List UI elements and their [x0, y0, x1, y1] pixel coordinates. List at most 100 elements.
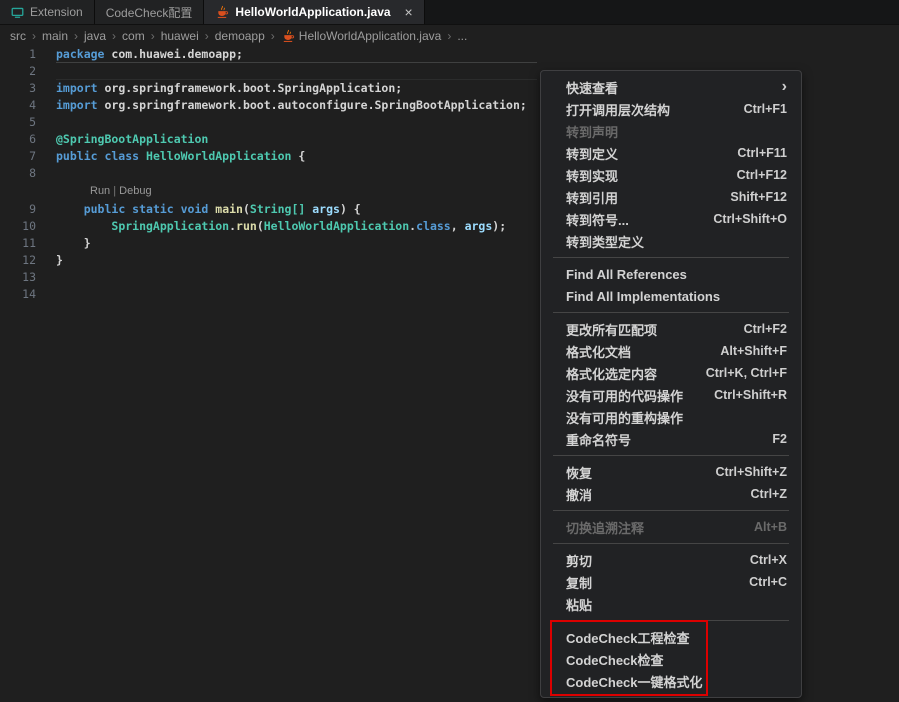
tab-codecheck-config[interactable]: CodeCheck配置 — [94, 0, 205, 24]
breadcrumb-item[interactable]: com — [122, 29, 145, 43]
line-number: 7 — [29, 149, 36, 163]
tab-label: CodeCheck配置 — [105, 5, 193, 20]
menu-item-label: 更改所有匹配项 — [566, 322, 658, 338]
menu-item-go-to-type-definition[interactable]: 转到类型定义 — [541, 230, 801, 252]
menu-item-format-document[interactable]: 格式化文档 Alt+Shift+F — [541, 340, 801, 362]
menu-divider — [553, 312, 789, 313]
menu-item-codecheck-one-click-format[interactable]: CodeCheck一键格式化 — [541, 670, 801, 692]
breadcrumb-separator-icon: › — [150, 29, 155, 43]
tab-label: HelloWorldApplication.java — [235, 5, 391, 19]
code-text: } — [56, 235, 91, 252]
tab-extension[interactable]: Extension — [0, 0, 95, 24]
menu-item-shortcut: Ctrl+Z — [750, 487, 787, 501]
menu-item-cut[interactable]: 剪切 Ctrl+X — [541, 549, 801, 571]
menu-item-label: 格式化文档 — [566, 344, 632, 360]
menu-item-change-all-occurrences[interactable]: 更改所有匹配项 Ctrl+F2 — [541, 318, 801, 340]
code-token: import — [56, 98, 98, 112]
codelens-link-debug[interactable]: Debug — [119, 183, 151, 200]
code-line: 1 package com.huawei.demoapp; — [0, 46, 899, 63]
code-token: HelloWorldApplication — [263, 219, 410, 233]
code-token: ( — [242, 202, 250, 216]
breadcrumb-label: main — [42, 29, 69, 43]
code-token: HelloWorldApplication — [146, 149, 292, 163]
code-token: { — [291, 149, 306, 163]
menu-item-label: 没有可用的代码操作 — [566, 388, 684, 404]
breadcrumb-label: huawei — [160, 29, 199, 43]
menu-item-undo[interactable]: 撤消 Ctrl+Z — [541, 483, 801, 505]
menu-item-shortcut: Ctrl+X — [749, 553, 787, 567]
menu-item-codecheck-check[interactable]: CodeCheck检查 — [541, 648, 801, 670]
menu-item-label: 打开调用层次结构 — [566, 102, 671, 118]
codelens-separator: | — [110, 185, 120, 197]
menu-item-go-to-implementations[interactable]: 转到实现 Ctrl+F12 — [541, 164, 801, 186]
menu-divider — [553, 455, 789, 456]
menu-item-label: 撤消 — [566, 487, 593, 503]
menu-item-shortcut: Shift+F12 — [730, 190, 787, 204]
menu-item-paste[interactable]: 粘贴 — [541, 593, 801, 615]
line-number: 14 — [22, 287, 36, 301]
line-number: 13 — [22, 270, 36, 284]
menu-item-find-all-references[interactable]: Find All References — [541, 263, 801, 285]
code-token: ); — [492, 219, 507, 233]
breadcrumb-item[interactable]: demoapp — [215, 29, 265, 43]
menu-item-open-call-hierarchy[interactable]: 打开调用层次结构 Ctrl+F1 — [541, 98, 801, 120]
menu-item-label: 格式化选定内容 — [566, 366, 658, 382]
breadcrumb-item[interactable]: huawei — [161, 29, 199, 43]
submenu-chevron-icon: › — [781, 78, 787, 95]
code-token: ( — [256, 219, 264, 233]
menu-item-no-code-actions[interactable]: 没有可用的代码操作 Ctrl+Shift+R — [541, 384, 801, 406]
menu-item-go-to-declaration: 转到声明 — [541, 120, 801, 142]
menu-item-toggle-blame-annotations: 切换追溯注释 Alt+B — [541, 516, 801, 538]
menu-item-shortcut: Alt+B — [754, 520, 787, 534]
menu-divider — [553, 257, 789, 258]
code-text: @SpringBootApplication — [56, 131, 208, 148]
menu-item-no-refactorings[interactable]: 没有可用的重构操作 — [541, 406, 801, 428]
menu-item-shortcut: F2 — [772, 432, 787, 446]
code-token: . — [229, 219, 237, 233]
menu-item-label: 快速查看 — [566, 80, 619, 96]
menu-item-shortcut: Ctrl+K, Ctrl+F — [705, 366, 787, 380]
menu-item-copy[interactable]: 复制 Ctrl+C — [541, 571, 801, 593]
menu-item-go-to-symbol[interactable]: 转到符号... Ctrl+Shift+O — [541, 208, 801, 230]
menu-item-find-all-implementations[interactable]: Find All Implementations — [541, 285, 801, 307]
breadcrumb-label: demoapp — [214, 29, 265, 43]
menu-item-peek[interactable]: 快速查看 › — [541, 76, 801, 98]
breadcrumb-separator-icon: › — [74, 29, 79, 43]
menu-item-format-selection[interactable]: 格式化选定内容 Ctrl+K, Ctrl+F — [541, 362, 801, 384]
menu-item-shortcut: Ctrl+F2 — [743, 322, 787, 336]
code-text: import org.springframework.boot.SpringAp… — [56, 80, 402, 97]
menu-item-label: 转到定义 — [566, 146, 619, 162]
menu-item-codecheck-project-check[interactable]: CodeCheck工程检查 — [541, 626, 801, 648]
line-number: 12 — [22, 253, 36, 267]
code-text: public static void main(String[] args) { — [56, 201, 361, 218]
menu-item-go-to-definition[interactable]: 转到定义 Ctrl+F11 — [541, 142, 801, 164]
breadcrumb-item[interactable]: src — [10, 29, 26, 43]
menu-item-rename-symbol[interactable]: 重命名符号 F2 — [541, 428, 801, 450]
menu-item-go-to-references[interactable]: 转到引用 Shift+F12 — [541, 186, 801, 208]
breadcrumb-item[interactable]: main — [42, 29, 68, 43]
menu-divider — [553, 543, 789, 544]
breadcrumb-item[interactable]: ... — [457, 29, 467, 43]
line-number: 5 — [29, 115, 36, 129]
code-token: args — [312, 202, 340, 216]
code-token: run — [236, 219, 257, 233]
code-token: @SpringBootApplication — [56, 132, 209, 146]
menu-item-label: CodeCheck工程检查 — [566, 630, 690, 646]
java-icon — [281, 29, 295, 43]
tab-helloworldapplication-java[interactable]: HelloWorldApplication.java × — [204, 0, 425, 24]
menu-item-label: 重命名符号 — [566, 432, 632, 448]
menu-item-redo[interactable]: 恢复 Ctrl+Shift+Z — [541, 461, 801, 483]
menu-item-shortcut: Ctrl+F12 — [736, 168, 787, 182]
menu-item-shortcut: Ctrl+F1 — [743, 102, 787, 116]
codelens-link-run[interactable]: Run — [90, 183, 110, 200]
code-token: org.springframework.boot.SpringApplicati… — [97, 81, 403, 95]
breadcrumb-label: HelloWorldApplication.java — [298, 29, 442, 43]
code-token: public class — [56, 149, 147, 163]
breadcrumb-item[interactable]: HelloWorldApplication.java — [281, 29, 442, 43]
code-token: class — [416, 219, 451, 233]
java-icon — [215, 5, 229, 19]
breadcrumb-item[interactable]: java — [84, 29, 106, 43]
menu-divider — [553, 510, 789, 511]
close-icon[interactable]: × — [405, 5, 413, 19]
